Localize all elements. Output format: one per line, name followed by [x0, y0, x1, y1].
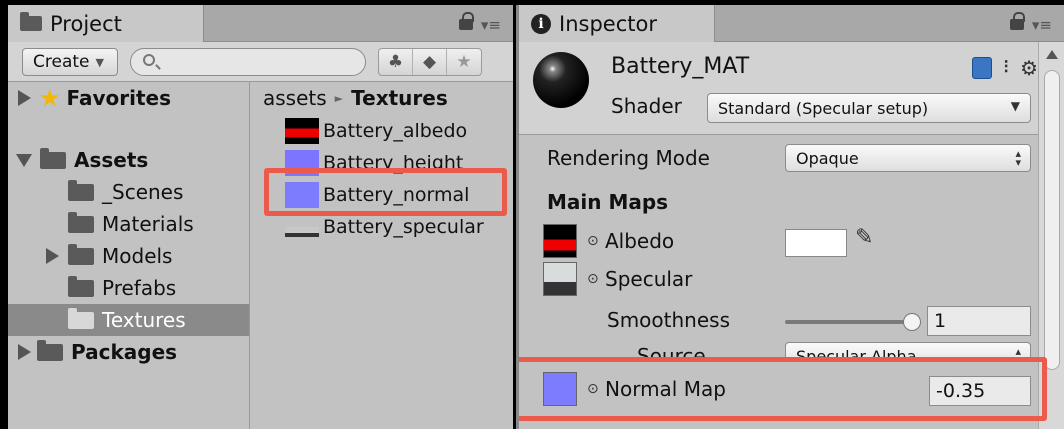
breadcrumb: assets ► Textures — [263, 86, 448, 110]
tree-item-packages[interactable]: Packages — [8, 336, 249, 368]
specular-label: Specular — [605, 267, 693, 291]
breadcrumb-separator-icon: ► — [334, 91, 344, 105]
texture-thumbnail — [285, 227, 319, 237]
lock-icon[interactable] — [1009, 12, 1025, 30]
tree-item-label: Textures — [102, 308, 186, 332]
folder-icon — [68, 211, 94, 233]
inspector-tabstrip: i Inspector ▾≡ — [519, 5, 1064, 42]
project-tab-controls: ▾≡ — [458, 12, 501, 34]
breadcrumb-root[interactable]: assets — [263, 86, 327, 110]
eyedropper-icon[interactable]: ✎ — [855, 225, 873, 250]
tree-item-textures[interactable]: Textures — [8, 304, 249, 336]
highlight-normal-map — [519, 357, 1047, 421]
tree-item-label: Prefabs — [102, 276, 177, 300]
folder-icon — [68, 243, 94, 265]
folder-icon — [37, 339, 63, 361]
file-item-albedo[interactable]: Battery_albedo — [285, 116, 467, 146]
texture-thumbnail — [285, 118, 319, 144]
chevron-down-icon: ▼ — [1010, 99, 1020, 113]
star-icon: ★ — [39, 84, 61, 112]
highlight-battery-normal — [264, 168, 507, 216]
presets-icon[interactable]: ⫶ — [1004, 58, 1008, 78]
project-toolbar: Create ▼ ♣ ◆ ★ — [8, 42, 513, 82]
project-tabstrip: Project ▾≡ — [8, 5, 513, 42]
tree-item-assets[interactable]: Assets — [8, 144, 249, 176]
scroll-up-icon[interactable] — [1046, 50, 1058, 59]
menu-icon[interactable]: ▾≡ — [481, 16, 501, 34]
menu-icon[interactable]: ▾≡ — [1032, 16, 1052, 34]
tree-item-models[interactable]: Models — [8, 240, 249, 272]
tab-project-label: Project — [50, 11, 122, 36]
filter-buttons: ♣ ◆ ★ — [378, 48, 482, 76]
material-name: Battery_MAT — [611, 54, 750, 79]
inspector-panel: i Inspector ▾≡ Battery_MAT Shader Standa… — [516, 5, 1064, 429]
info-icon: i — [531, 13, 551, 34]
search-icon — [143, 54, 155, 66]
scroll-thumb[interactable] — [1044, 70, 1060, 370]
tree-item-materials[interactable]: Materials — [8, 208, 249, 240]
filter-by-type-icon[interactable]: ♣ — [379, 49, 413, 75]
smoothness-slider-knob[interactable] — [903, 313, 921, 331]
albedo-color-swatch[interactable] — [785, 229, 847, 257]
folder-icon — [20, 12, 42, 31]
lock-icon[interactable] — [458, 12, 474, 30]
smoothness-label: Smoothness — [607, 308, 730, 332]
book-icon[interactable] — [971, 57, 992, 79]
specular-texture-slot[interactable] — [543, 262, 577, 296]
material-preview-sphere — [533, 52, 589, 108]
tree-item-label: Models — [102, 244, 173, 268]
object-picker-icon[interactable]: ⊙ — [587, 271, 599, 287]
shader-label: Shader — [611, 94, 682, 118]
file-label: Battery_albedo — [323, 120, 468, 142]
favorite-star-icon[interactable]: ★ — [447, 49, 481, 75]
expand-icon[interactable] — [18, 90, 31, 106]
albedo-texture-slot[interactable] — [543, 224, 577, 258]
tree-item-label: Favorites — [66, 86, 172, 110]
material-properties: Rendering Mode Opaque ▴ ▾ Main Maps ⊙ Alb… — [519, 136, 1047, 429]
object-picker-icon[interactable]: ⊙ — [587, 233, 599, 249]
material-header: Battery_MAT Shader Standard (Specular se… — [519, 42, 1038, 135]
chevron-down-icon: ▼ — [95, 55, 104, 69]
tab-inspector[interactable]: i Inspector — [519, 5, 715, 42]
tree-item-label: _Scenes — [102, 180, 184, 204]
rendering-mode-dropdown[interactable]: Opaque ▴ ▾ — [785, 144, 1031, 172]
tab-inspector-label: Inspector — [559, 11, 657, 36]
gear-icon[interactable]: ⚙ — [1020, 56, 1038, 80]
filter-by-label-icon[interactable]: ◆ — [413, 49, 447, 75]
file-browser: assets ► Textures Battery_albedo Battery… — [251, 82, 513, 429]
collapse-icon[interactable] — [16, 153, 32, 167]
file-label: Battery_specular — [323, 216, 484, 238]
main-maps-heading: Main Maps — [547, 190, 669, 214]
expand-icon[interactable] — [46, 248, 59, 264]
folder-icon — [40, 147, 66, 169]
shader-value: Standard (Specular setup) — [718, 98, 929, 118]
rendering-mode-value: Opaque — [796, 148, 859, 168]
tree-item-scenes[interactable]: _Scenes — [8, 176, 249, 208]
header-icons: ⫶ ⚙ — [971, 56, 1038, 80]
tab-project[interactable]: Project — [8, 5, 204, 42]
folder-tree: ★ Favorites Assets _Scenes Materials Mod… — [8, 82, 250, 429]
folder-icon — [68, 179, 94, 201]
shader-dropdown[interactable]: Standard (Specular setup) ▼ — [707, 93, 1031, 123]
tree-item-label: Assets — [74, 148, 149, 172]
search-input[interactable] — [130, 48, 366, 76]
tree-item-favorites[interactable]: ★ Favorites — [8, 82, 249, 114]
project-panel: Project ▾≡ Create ▼ ♣ ◆ ★ ★ Favorites As… — [8, 5, 513, 429]
up-down-arrows-icon: ▴ ▾ — [1015, 147, 1021, 169]
folder-icon — [68, 275, 94, 297]
expand-icon[interactable] — [18, 344, 31, 360]
smoothness-slider[interactable] — [785, 320, 919, 324]
smoothness-field[interactable]: 1 — [927, 306, 1031, 336]
albedo-label: Albedo — [605, 229, 675, 253]
tree-item-prefabs[interactable]: Prefabs — [8, 272, 249, 304]
breadcrumb-current[interactable]: Textures — [351, 86, 448, 110]
create-button[interactable]: Create ▼ — [22, 48, 118, 76]
tree-item-label: Packages — [71, 340, 178, 364]
folder-icon — [68, 307, 94, 329]
file-item-specular[interactable]: Battery_specular — [285, 212, 484, 242]
inspector-tab-controls: ▾≡ — [1009, 12, 1052, 34]
tree-item-label: Materials — [102, 212, 194, 236]
rendering-mode-label: Rendering Mode — [547, 146, 710, 170]
create-button-label: Create — [33, 52, 90, 72]
